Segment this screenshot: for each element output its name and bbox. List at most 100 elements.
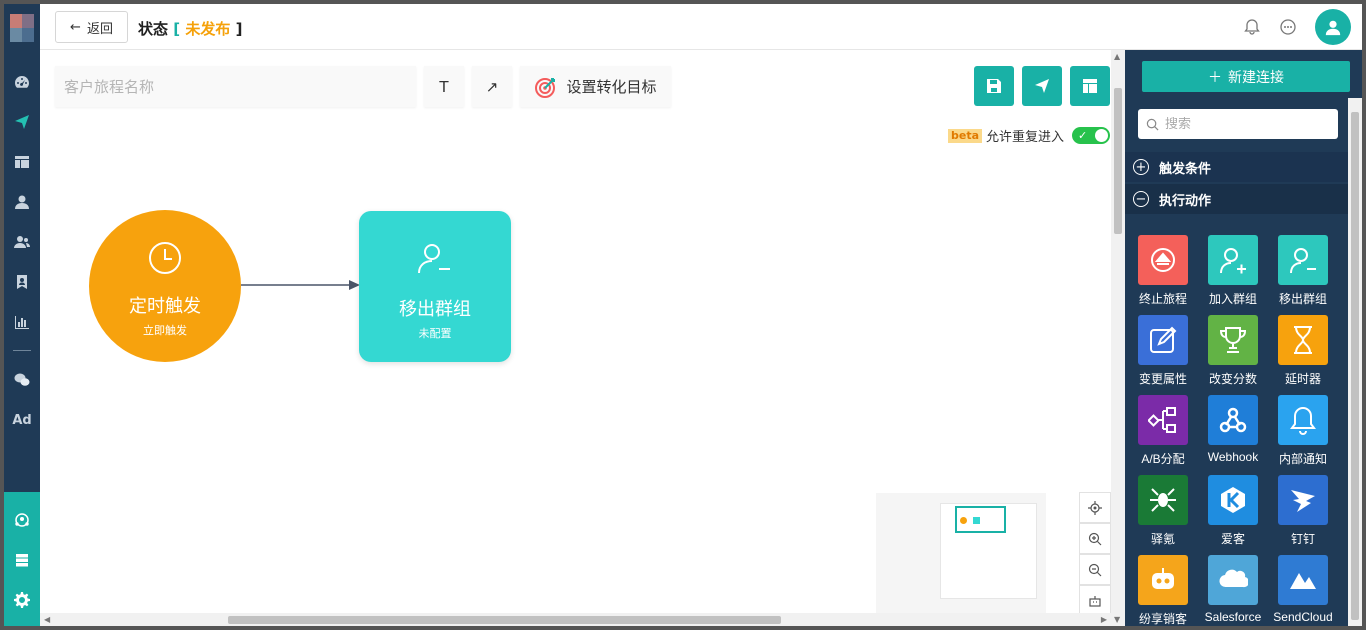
allow-reentry-toggle[interactable]: ✓ bbox=[1072, 127, 1111, 144]
network-icon[interactable] bbox=[4, 508, 40, 532]
trigger-node[interactable]: 定时触发 立即触发 bbox=[89, 210, 241, 362]
user-remove-icon bbox=[1290, 248, 1316, 274]
ab-split-icon bbox=[1148, 407, 1176, 433]
avatar[interactable] bbox=[1315, 9, 1351, 45]
action-tile[interactable]: 纷享销客 bbox=[1128, 555, 1198, 626]
action-tile-label: 终止旅程 bbox=[1138, 292, 1187, 306]
chat-icon[interactable] bbox=[1278, 17, 1298, 37]
minimap-viewport[interactable] bbox=[955, 506, 1006, 533]
action-tile[interactable]: SendCloud bbox=[1268, 555, 1338, 626]
dashboard-icon[interactable] bbox=[4, 70, 40, 94]
ad-icon[interactable]: Ad bbox=[4, 408, 40, 432]
search-box[interactable] bbox=[1138, 109, 1338, 139]
journey-name-input[interactable] bbox=[55, 66, 416, 107]
bar-chart-icon[interactable] bbox=[4, 310, 40, 334]
zoom-out-icon bbox=[1088, 563, 1102, 576]
status-badge: 未发布 bbox=[185, 20, 231, 38]
action-tile-label: 纷享销客 bbox=[1138, 612, 1187, 626]
allow-reentry-label: 允许重复进入 bbox=[986, 130, 1065, 145]
edit-icon bbox=[1150, 326, 1177, 353]
save-button[interactable] bbox=[974, 66, 1014, 106]
arrow-tool-button[interactable]: ↗ bbox=[472, 66, 512, 107]
horizontal-scrollbar[interactable]: ◀ ▶ bbox=[40, 613, 1111, 626]
text-tool-button[interactable]: T bbox=[424, 66, 464, 107]
action-tile-label: 驿氪 bbox=[1150, 532, 1175, 546]
back-button[interactable]: ← 返回 bbox=[55, 11, 128, 43]
sendcloud-icon bbox=[1290, 573, 1316, 589]
nav-bottom bbox=[4, 492, 40, 626]
user-remove-icon bbox=[418, 244, 450, 274]
user-add-icon bbox=[1220, 248, 1246, 274]
action-tile-label: 变更属性 bbox=[1138, 372, 1187, 386]
action-tile[interactable]: A/B分配 bbox=[1128, 395, 1198, 475]
zoom-in-button[interactable] bbox=[1079, 523, 1111, 554]
action-tile-label: SendCloud bbox=[1273, 610, 1333, 624]
locate-button[interactable] bbox=[1079, 492, 1111, 523]
bell-icon[interactable] bbox=[1242, 17, 1262, 37]
journey-send-icon[interactable] bbox=[4, 110, 40, 134]
set-goal-label: 设置转化目标 bbox=[566, 78, 657, 96]
set-goal-button[interactable]: 设置转化目标 bbox=[520, 66, 671, 107]
zoom-controls bbox=[1079, 492, 1111, 616]
action-tile-label: 改变分数 bbox=[1208, 372, 1257, 386]
panel-scrollbar[interactable] bbox=[1348, 98, 1362, 626]
beta-badge: beta bbox=[948, 128, 983, 143]
components-panel: ＋ 新建连接 + 触发条件 − 执行动作 终止旅程 加入群组 移出群组变更属性 改变分… bbox=[1125, 50, 1362, 626]
action-tile-label: 移出群组 bbox=[1278, 292, 1327, 306]
flow-connector bbox=[241, 280, 360, 290]
spider-icon bbox=[1150, 488, 1176, 512]
user-icon[interactable] bbox=[4, 190, 40, 214]
journey-canvas[interactable]: T ↗ 设置转化目标 beta 允许重复进入 ✓ bbox=[40, 50, 1125, 626]
zoom-out-button[interactable] bbox=[1079, 554, 1111, 585]
action-tile[interactable]: 改变分数 bbox=[1198, 315, 1268, 395]
status-label: 状态 [ 未发布 ] bbox=[138, 20, 243, 38]
vertical-scrollbar[interactable]: ▲ ▼ bbox=[1111, 50, 1125, 626]
locate-icon bbox=[1088, 500, 1102, 515]
new-connection-button[interactable]: ＋ 新建连接 bbox=[1142, 61, 1350, 92]
action-tile[interactable]: 延时器 bbox=[1268, 315, 1338, 395]
template-button[interactable] bbox=[1070, 66, 1110, 106]
target-icon bbox=[535, 77, 556, 98]
trigger-node-subtitle: 立即触发 bbox=[143, 324, 187, 337]
wechat-icon[interactable] bbox=[4, 368, 40, 392]
action-node[interactable]: 移出群组 未配置 bbox=[359, 211, 511, 362]
action-tile[interactable]: Salesforce bbox=[1198, 555, 1268, 626]
action-tile[interactable]: 移出群组 bbox=[1268, 235, 1338, 315]
server-icon[interactable] bbox=[4, 548, 40, 572]
action-tile-label: 钉钉 bbox=[1290, 532, 1315, 546]
action-tile[interactable]: 钉钉 bbox=[1268, 475, 1338, 555]
section-trigger-conditions[interactable]: + 触发条件 bbox=[1125, 152, 1348, 182]
action-tile[interactable]: 终止旅程 bbox=[1128, 235, 1198, 315]
robot-icon bbox=[1152, 568, 1174, 589]
layout-icon[interactable] bbox=[4, 150, 40, 174]
action-tile[interactable]: 加入群组 bbox=[1198, 235, 1268, 315]
cloud-icon bbox=[1219, 569, 1248, 588]
bell-icon bbox=[1290, 406, 1316, 435]
action-tile-label: 加入群组 bbox=[1208, 292, 1257, 306]
collapse-icon: − bbox=[1133, 191, 1149, 207]
action-tile[interactable]: 变更属性 bbox=[1128, 315, 1198, 395]
fit-view-button[interactable] bbox=[1079, 585, 1111, 616]
gear-icon[interactable] bbox=[4, 588, 40, 612]
action-tile-label: 爱客 bbox=[1220, 532, 1245, 546]
back-label: 返回 bbox=[86, 21, 113, 37]
contact-card-icon[interactable] bbox=[4, 270, 40, 294]
expand-icon: + bbox=[1133, 159, 1149, 175]
action-tile[interactable]: Webhook bbox=[1198, 395, 1268, 475]
dingtalk-icon bbox=[1291, 490, 1315, 512]
users-group-icon[interactable] bbox=[4, 230, 40, 254]
minimap[interactable] bbox=[876, 493, 1046, 613]
search-input[interactable] bbox=[1165, 116, 1325, 132]
publish-button[interactable] bbox=[1022, 66, 1062, 106]
action-tile-label: 内部通知 bbox=[1278, 452, 1327, 466]
action-tile-label: A/B分配 bbox=[1141, 452, 1185, 466]
allow-reentry-row: beta 允许重复进入 ✓ bbox=[948, 126, 1111, 145]
action-tile[interactable]: 驿氪 bbox=[1128, 475, 1198, 555]
left-nav: Ad bbox=[4, 4, 40, 626]
arrow-left-icon: ← bbox=[70, 19, 81, 35]
action-tile[interactable]: 内部通知 bbox=[1268, 395, 1338, 475]
action-tile[interactable]: 爱客 bbox=[1198, 475, 1268, 555]
section-actions[interactable]: − 执行动作 bbox=[1125, 184, 1348, 214]
trophy-icon bbox=[1219, 327, 1247, 353]
webhook-icon bbox=[1219, 407, 1247, 433]
